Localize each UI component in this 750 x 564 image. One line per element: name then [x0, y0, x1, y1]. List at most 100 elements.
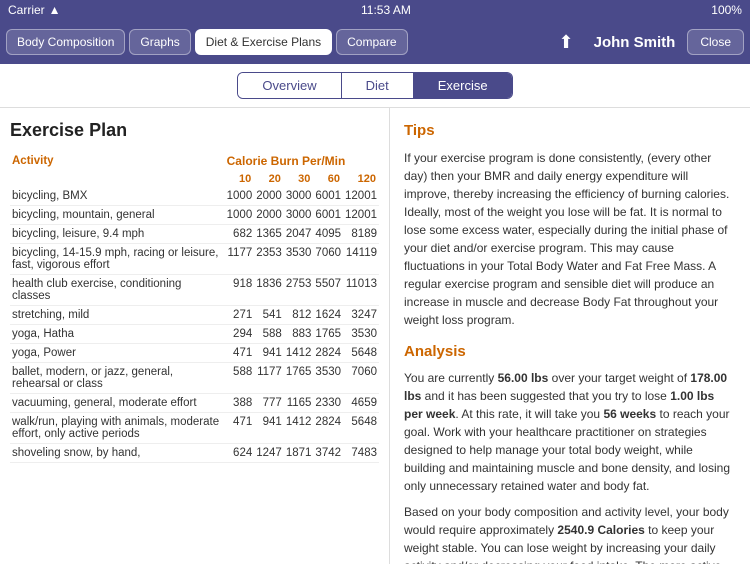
activity-value: 6001 — [313, 187, 343, 206]
activity-value: 4659 — [343, 394, 379, 413]
activity-value: 624 — [225, 444, 255, 463]
activity-value: 294 — [225, 325, 255, 344]
activity-value: 2753 — [284, 275, 314, 306]
exercise-plan-title: Exercise Plan — [10, 120, 379, 141]
activity-value: 1765 — [313, 325, 343, 344]
activity-value: 471 — [225, 344, 255, 363]
share-button[interactable]: ⬆ — [551, 28, 582, 57]
activity-name: bicycling, leisure, 9.4 mph — [10, 225, 225, 244]
table-row: stretching, mild27154181216243247 — [10, 306, 379, 325]
close-button[interactable]: Close — [687, 29, 744, 55]
left-panel: Exercise Plan Activity Calorie Burn Per/… — [0, 108, 390, 564]
activity-value: 1871 — [284, 444, 314, 463]
table-row: bicycling, 14-15.9 mph, racing or leisur… — [10, 244, 379, 275]
activity-value: 3247 — [343, 306, 379, 325]
activity-name: health club exercise, conditioning class… — [10, 275, 225, 306]
activity-value: 1000 — [225, 187, 255, 206]
nav-tab-graphs[interactable]: Graphs — [129, 29, 190, 55]
activity-value: 12001 — [343, 206, 379, 225]
activity-table: Activity Calorie Burn Per/Min 10 20 30 6… — [10, 151, 379, 463]
activity-value: 3530 — [284, 244, 314, 275]
activity-value: 2824 — [313, 413, 343, 444]
activity-value: 4095 — [313, 225, 343, 244]
activity-name: yoga, Power — [10, 344, 225, 363]
table-row: ballet, modern, or jazz, general, rehear… — [10, 363, 379, 394]
activity-value: 2047 — [284, 225, 314, 244]
activity-value: 3530 — [313, 363, 343, 394]
activity-value: 3000 — [284, 206, 314, 225]
activity-value: 2824 — [313, 344, 343, 363]
activity-name: bicycling, mountain, general — [10, 206, 225, 225]
carrier-label: Carrier — [8, 3, 45, 17]
activity-name: bicycling, BMX — [10, 187, 225, 206]
table-row: health club exercise, conditioning class… — [10, 275, 379, 306]
activity-value: 14119 — [343, 244, 379, 275]
sub-tab-exercise[interactable]: Exercise — [414, 73, 512, 98]
activity-value: 5507 — [313, 275, 343, 306]
wifi-icon: ▲ — [49, 3, 61, 17]
col-20: 20 — [254, 171, 284, 187]
status-bar: Carrier ▲ 11:53 AM 100% — [0, 0, 750, 20]
col-60: 60 — [313, 171, 343, 187]
analysis-p1-mid3: . At this rate, it will take you — [455, 407, 603, 421]
activity-value: 7060 — [343, 363, 379, 394]
activity-value: 11013 — [343, 275, 379, 306]
activity-value: 7060 — [313, 244, 343, 275]
activity-value: 941 — [254, 413, 284, 444]
activity-value: 1000 — [225, 206, 255, 225]
activity-value: 883 — [284, 325, 314, 344]
table-row: yoga, Hatha29458888317653530 — [10, 325, 379, 344]
blank-header — [10, 171, 225, 187]
status-bar-left: Carrier ▲ — [8, 3, 61, 17]
table-row: walk/run, playing with animals, moderate… — [10, 413, 379, 444]
col-120: 120 — [343, 171, 379, 187]
table-row: vacuuming, general, moderate effort38877… — [10, 394, 379, 413]
activity-value: 1177 — [225, 244, 255, 275]
analysis-bold-4: 56 weeks — [603, 407, 656, 421]
sub-tab-group: Overview Diet Exercise — [237, 72, 512, 99]
analysis-title: Analysis — [404, 341, 736, 364]
sub-tab-overview[interactable]: Overview — [238, 73, 341, 98]
sub-tab-bar: Overview Diet Exercise — [0, 64, 750, 108]
activity-column-header: Activity — [10, 151, 225, 171]
activity-value: 388 — [225, 394, 255, 413]
activity-value: 777 — [254, 394, 284, 413]
activity-value: 941 — [254, 344, 284, 363]
activity-name: yoga, Hatha — [10, 325, 225, 344]
activity-value: 1765 — [284, 363, 314, 394]
activity-value: 682 — [225, 225, 255, 244]
activity-value: 6001 — [313, 206, 343, 225]
activity-name: walk/run, playing with animals, moderate… — [10, 413, 225, 444]
col-30: 30 — [284, 171, 314, 187]
activity-value: 1177 — [254, 363, 284, 394]
status-bar-right: 100% — [711, 3, 742, 17]
activity-value: 3742 — [313, 444, 343, 463]
activity-value: 2000 — [254, 206, 284, 225]
tips-title: Tips — [404, 120, 736, 143]
analysis-paragraph-2: Based on your body composition and activ… — [404, 503, 736, 564]
tips-paragraph: If your exercise program is done consist… — [404, 149, 736, 329]
activity-value: 588 — [225, 363, 255, 394]
activity-value: 271 — [225, 306, 255, 325]
activity-value: 2330 — [313, 394, 343, 413]
activity-value: 471 — [225, 413, 255, 444]
analysis-p1-start: You are currently — [404, 371, 498, 385]
activity-value: 812 — [284, 306, 314, 325]
activity-value: 5648 — [343, 344, 379, 363]
activity-value: 7483 — [343, 444, 379, 463]
activity-value: 1412 — [284, 344, 314, 363]
activity-value: 1365 — [254, 225, 284, 244]
activity-name: shoveling snow, by hand, — [10, 444, 225, 463]
analysis-bold-1: 56.00 lbs — [498, 371, 549, 385]
activity-name: stretching, mild — [10, 306, 225, 325]
activity-value: 1165 — [284, 394, 314, 413]
analysis-p1-mid: over your target weight of — [548, 371, 690, 385]
nav-tab-compare[interactable]: Compare — [336, 29, 407, 55]
activity-value: 1247 — [254, 444, 284, 463]
nav-tab-diet-exercise[interactable]: Diet & Exercise Plans — [195, 29, 332, 55]
activity-value: 588 — [254, 325, 284, 344]
activity-value: 1624 — [313, 306, 343, 325]
nav-tab-body-composition[interactable]: Body Composition — [6, 29, 125, 55]
activity-name: bicycling, 14-15.9 mph, racing or leisur… — [10, 244, 225, 275]
sub-tab-diet[interactable]: Diet — [342, 73, 414, 98]
